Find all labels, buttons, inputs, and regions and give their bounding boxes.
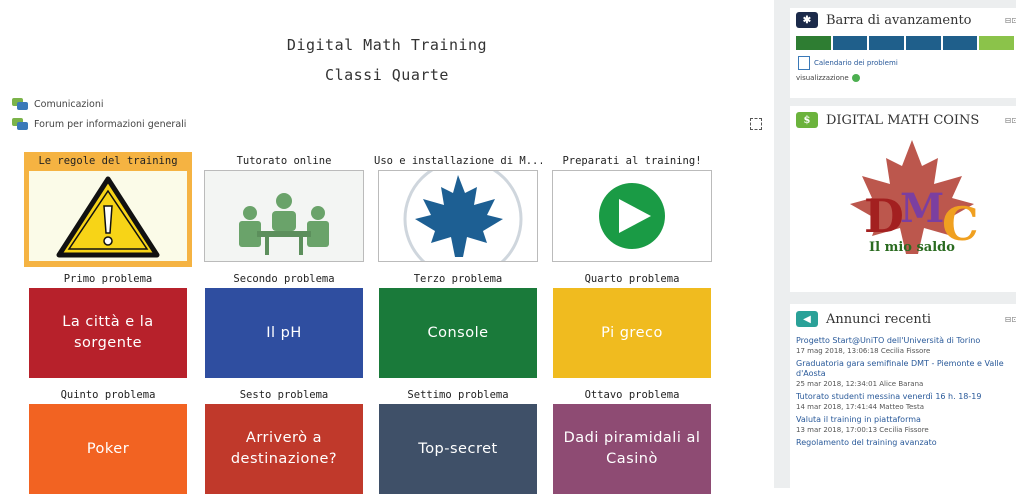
forum-icon — [12, 118, 28, 130]
block-header: ✱ Barra di avanzamento ⊟⊡ — [790, 8, 1016, 32]
tile-label: Le regole del training — [38, 155, 178, 167]
tile-label: Ottavo problema — [584, 389, 680, 401]
news-meta: 25 mar 2018, 12:34:01 Alice Barana — [796, 380, 924, 388]
problem-title: Console — [379, 288, 537, 378]
expand-icon[interactable] — [750, 118, 762, 130]
block-header: $ DIGITAL MATH COINS ⊟⊡ — [790, 108, 1016, 132]
course-title: Digital Math Training — [286, 36, 488, 54]
course-subtitle: Classi Quarte — [325, 66, 449, 84]
tile-rules[interactable]: Le regole del training — [24, 152, 192, 267]
play-icon — [552, 170, 712, 262]
sidebar: ✱ Barra di avanzamento ⊟⊡ Calendario dei… — [774, 0, 1016, 488]
news-list: Progetto Start@UniTO dell'Università di … — [790, 332, 1016, 448]
collapse-icon[interactable]: ⊟⊡ — [1005, 16, 1016, 25]
puzzle-icon: ✱ — [796, 12, 818, 28]
tile-label: Primo problema — [63, 273, 153, 285]
tile-problem-7[interactable]: Settimo problema Top-secret — [374, 386, 542, 494]
document-icon — [798, 56, 810, 70]
tile-maple-install[interactable]: Uso e installazione di M... — [374, 152, 542, 262]
tile-label: Quarto problema — [584, 273, 680, 285]
tile-label: Quinto problema — [60, 389, 156, 401]
block-news: ◀ Annunci recenti ⊟⊡ Progetto Start@UniT… — [790, 304, 1016, 488]
coin-icon: $ — [796, 112, 818, 128]
tile-problem-2[interactable]: Secondo problema Il pH — [200, 270, 368, 378]
block-title: DIGITAL MATH COINS — [826, 112, 980, 128]
block-title: Barra di avanzamento — [826, 12, 972, 28]
tile-problem-6[interactable]: Sesto problema Arriverò a destinazione? — [200, 386, 368, 494]
tile-label: Tutorato online — [236, 155, 332, 167]
news-meta: 17 mag 2018, 13:06:18 Cecilia Fissore — [796, 347, 931, 355]
calendar-label: Calendario dei problemi — [814, 59, 898, 67]
problem-title: Top-secret — [379, 404, 537, 494]
problem-title: Poker — [29, 404, 187, 494]
news-title[interactable]: Valuta il training in piattaforma — [790, 415, 1016, 425]
tile-label: Settimo problema — [407, 389, 509, 401]
view-status: visualizzazione — [790, 70, 1016, 82]
tile-tutoring[interactable]: Tutorato online — [200, 152, 368, 262]
problem-title: Pi greco — [553, 288, 711, 378]
progress-bar[interactable] — [790, 36, 1016, 50]
logo-m: M — [900, 185, 944, 232]
link-comunicazioni[interactable]: Comunicazioni — [12, 98, 104, 110]
progress-segment[interactable] — [942, 36, 978, 50]
block-header: ◀ Annunci recenti ⊟⊡ — [790, 306, 1016, 332]
block-progress: ✱ Barra di avanzamento ⊟⊡ Calendario dei… — [790, 8, 1016, 98]
progress-segment[interactable] — [906, 36, 941, 50]
tile-problem-8[interactable]: Ottavo problema Dadi piramidali al Casin… — [548, 386, 716, 494]
progress-segment[interactable] — [832, 36, 868, 50]
progress-segment[interactable] — [796, 36, 831, 50]
collapse-icon[interactable]: ⊟⊡ — [1005, 315, 1016, 324]
news-meta: 13 mar 2018, 17:00:13 Cecilia Fissore — [796, 426, 929, 434]
collapse-icon[interactable]: ⊟⊡ — [1005, 116, 1016, 125]
news-title[interactable]: Regolamento del training avanzato — [790, 438, 1016, 448]
link-forum-general[interactable]: Forum per informazioni generali — [12, 118, 186, 130]
progress-segment[interactable] — [979, 36, 1015, 50]
problem-title: Il pH — [205, 288, 363, 378]
link-label: Forum per informazioni generali — [34, 118, 187, 130]
block-coins: $ DIGITAL MATH COINS ⊟⊡ D M C Il mio sal… — [790, 106, 1016, 292]
tile-problem-5[interactable]: Quinto problema Poker — [24, 386, 192, 494]
problem-title: Arriverò a destinazione? — [205, 404, 363, 494]
view-label: visualizzazione — [796, 74, 849, 82]
check-icon — [851, 74, 860, 82]
tile-prepare[interactable]: Preparati al training! — [548, 152, 716, 262]
coins-caption: Il mio saldo — [869, 240, 955, 255]
tile-problem-1[interactable]: Primo problema La città e la sorgente — [24, 270, 192, 378]
warning-icon — [28, 170, 188, 262]
maple-leaf-logo-icon: D M C — [850, 140, 979, 254]
news-title[interactable]: Graduatoria gara semifinale DMT - Piemon… — [790, 359, 1016, 379]
group-meeting-icon — [204, 170, 364, 262]
problem-title: La città e la sorgente — [29, 288, 187, 378]
forum-icon — [12, 98, 28, 110]
tile-label: Terzo problema — [413, 273, 503, 285]
maple-leaf-icon — [378, 170, 538, 262]
tile-label: Secondo problema — [233, 273, 335, 285]
tile-problem-3[interactable]: Terzo problema Console — [374, 270, 542, 378]
problem-title: Dadi piramidali al Casinò — [553, 404, 711, 494]
news-title[interactable]: Progetto Start@UniTO dell'Università di … — [790, 336, 1016, 346]
tile-label: Sesto problema — [239, 389, 329, 401]
tile-label: Preparati al training! — [562, 155, 702, 167]
tile-problem-4[interactable]: Quarto problema Pi greco — [548, 270, 716, 378]
progress-segment[interactable] — [869, 36, 905, 50]
link-label: Comunicazioni — [34, 98, 104, 110]
calendar-link[interactable]: Calendario dei problemi — [790, 50, 1016, 70]
block-title: Annunci recenti — [826, 311, 932, 327]
news-meta: 14 mar 2018, 17:41:44 Matteo Testa — [796, 403, 924, 411]
logo-d: D — [864, 189, 904, 243]
megaphone-icon: ◀ — [796, 311, 818, 327]
tile-label: Uso e installazione di M... — [374, 155, 542, 167]
news-title[interactable]: Tutorato studenti messina venerdì 16 h. … — [790, 392, 1016, 402]
coins-logo[interactable]: D M C Il mio saldo — [814, 136, 1010, 276]
